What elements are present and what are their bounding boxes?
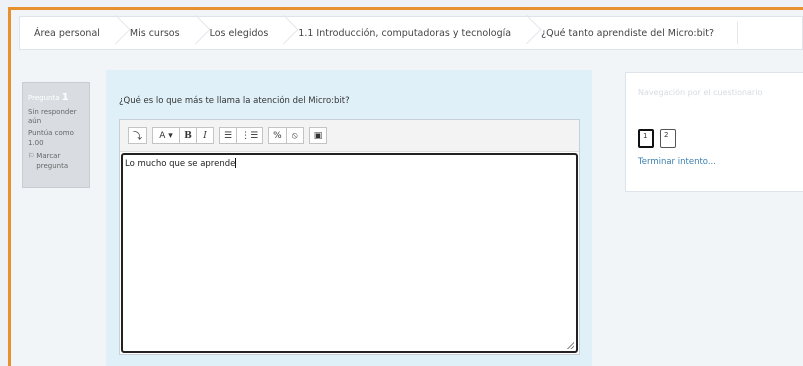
- breadcrumb-item-course[interactable]: Los elegidos: [210, 17, 299, 49]
- quiz-navigation-title: Navegación por el cuestionario: [638, 88, 763, 97]
- quiz-navigation-panel: Navegación por el cuestionario 1 2 Termi…: [625, 72, 803, 192]
- question-content: ¿Qué es lo que más te llama la atención …: [106, 70, 592, 366]
- flag-icon[interactable]: ⚐: [28, 152, 34, 171]
- breadcrumb: Área personal Mis cursos Los elegidos 1.…: [19, 16, 803, 50]
- link-button[interactable]: %: [268, 127, 287, 144]
- answer-editor: ⤵ A ▾ B I ☰ ⋮☰ % ⦸ ▣ Lo mucho que se apr…: [119, 119, 580, 355]
- finish-attempt-link[interactable]: Terminar intento...: [638, 157, 801, 167]
- breadcrumb-item-quiz[interactable]: ¿Qué tanto aprendiste del Micro:bit?: [541, 17, 724, 49]
- insert-image-button[interactable]: ▣: [308, 127, 328, 144]
- question-number-label: Pregunta: [28, 94, 60, 102]
- breadcrumb-label[interactable]: Los elegidos: [210, 28, 269, 39]
- toolbar-collapse-button[interactable]: ⤵: [128, 127, 148, 144]
- answer-textarea[interactable]: Lo mucho que se aprende: [121, 153, 578, 353]
- breadcrumb-separator: [188, 17, 200, 49]
- question-info: Pregunta 1 Sin responder aún Puntúa como…: [22, 82, 90, 188]
- unordered-list-button[interactable]: ☰: [219, 127, 238, 144]
- question-number-value: 1: [61, 92, 69, 103]
- resize-handle-icon[interactable]: [567, 342, 574, 349]
- breadcrumb-label[interactable]: ¿Qué tanto aprendiste del Micro:bit?: [541, 28, 714, 39]
- breadcrumb-label[interactable]: Mis cursos: [130, 28, 180, 39]
- answer-text[interactable]: Lo mucho que se aprende: [125, 159, 235, 169]
- breadcrumb-item-area-personal[interactable]: Área personal: [34, 17, 130, 49]
- question-number: Pregunta 1: [28, 91, 84, 105]
- quiz-nav-button-2[interactable]: 2: [660, 129, 676, 148]
- quiz-nav-button-1[interactable]: 1: [638, 129, 654, 148]
- breadcrumb-separator: [519, 17, 531, 49]
- flag-question-label[interactable]: Marcar pregunta: [36, 152, 84, 171]
- breadcrumb-separator: [276, 17, 288, 49]
- font-style-dropdown[interactable]: A ▾: [152, 127, 181, 144]
- breadcrumb-item-section[interactable]: 1.1 Introducción, computadoras y tecnolo…: [298, 17, 541, 49]
- breadcrumb-end-divider: [737, 22, 738, 44]
- breadcrumb-label[interactable]: 1.1 Introducción, computadoras y tecnolo…: [298, 28, 511, 39]
- ordered-list-button[interactable]: ⋮☰: [236, 127, 264, 144]
- bold-button[interactable]: B: [179, 127, 198, 144]
- question-status: Sin responder aún: [28, 107, 77, 125]
- page-frame: Área personal Mis cursos Los elegidos 1.…: [8, 7, 803, 366]
- italic-button[interactable]: I: [196, 127, 215, 144]
- question-grade: Puntúa como 1.00: [28, 129, 74, 147]
- question-text: ¿Qué es lo que más te llama la atención …: [119, 96, 350, 106]
- breadcrumb-separator: [108, 17, 120, 49]
- breadcrumb-item-mis-cursos[interactable]: Mis cursos: [130, 17, 210, 49]
- unlink-button[interactable]: ⦸: [285, 127, 304, 144]
- editor-toolbar: ⤵ A ▾ B I ☰ ⋮☰ % ⦸ ▣: [120, 120, 579, 152]
- text-caret: [235, 158, 237, 168]
- flag-question-link[interactable]: ⚐ Marcar pregunta: [28, 152, 84, 171]
- breadcrumb-label[interactable]: Área personal: [34, 28, 100, 39]
